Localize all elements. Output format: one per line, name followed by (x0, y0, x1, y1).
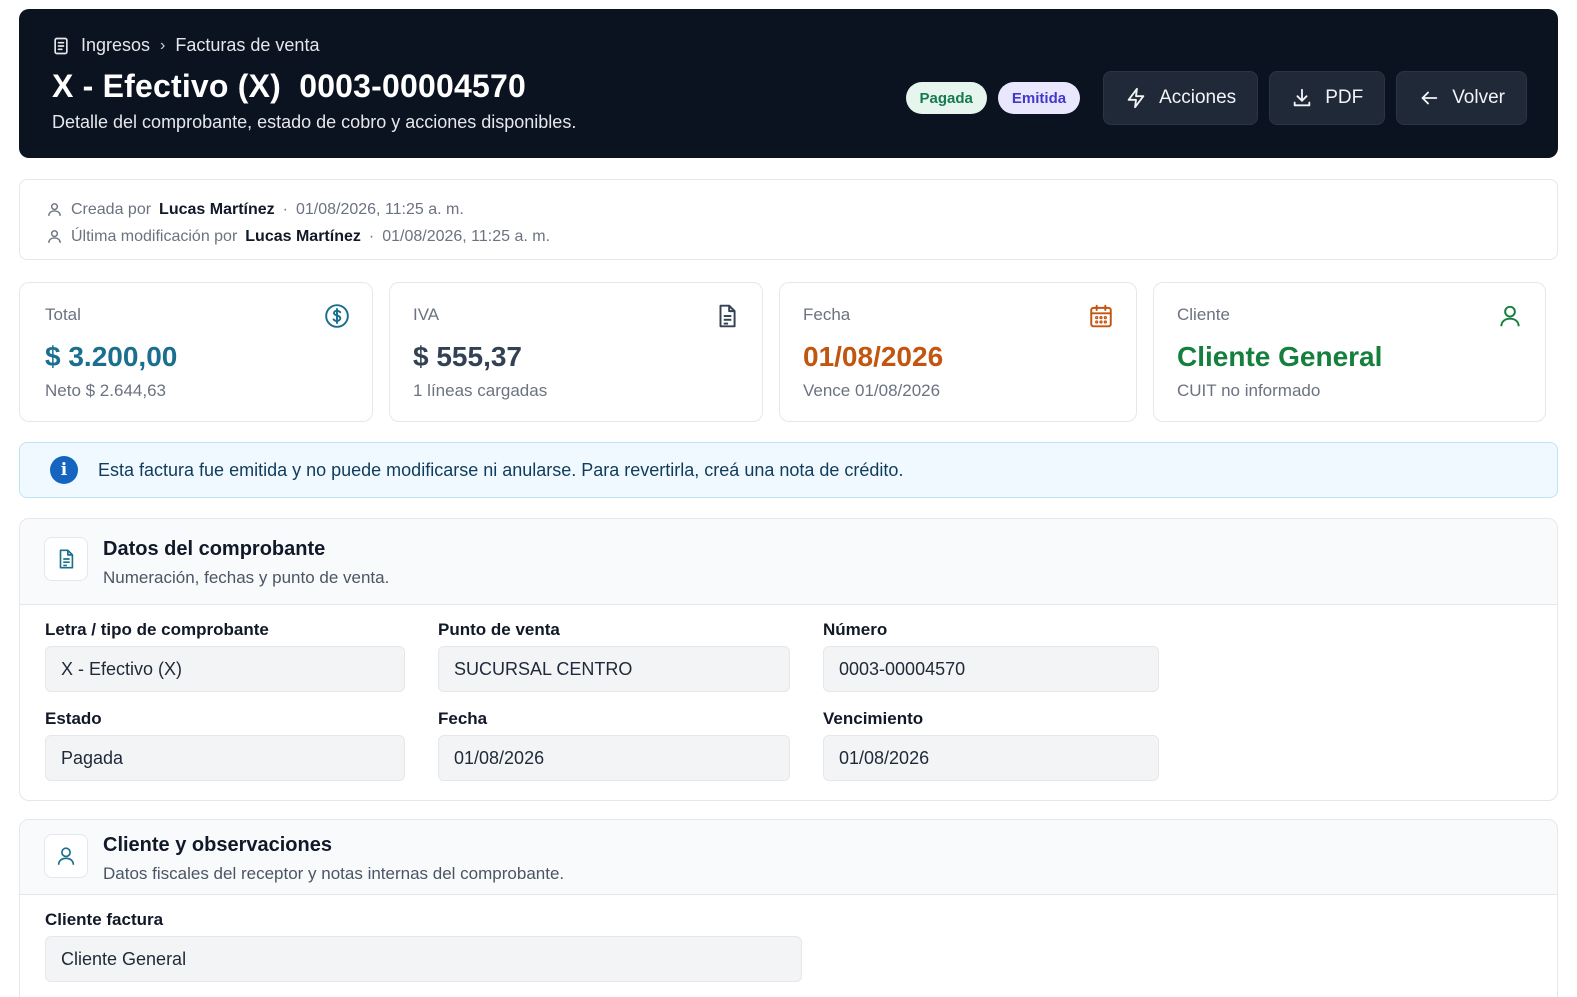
separator-dot: · (368, 227, 375, 245)
stat-sub: Neto $ 2.644,63 (45, 381, 166, 400)
document-icon (59, 549, 74, 569)
document-icon (54, 37, 68, 54)
field-punto-venta: Punto de venta SUCURSAL CENTRO (438, 620, 790, 692)
section-cliente: Cliente y observaciones Datos fiscales d… (19, 819, 1558, 997)
stat-label: IVA (413, 305, 440, 324)
stat-value: $ 3.200,00 (45, 341, 178, 372)
page-header: Ingresos › Facturas de venta X - Efectiv… (19, 9, 1558, 158)
calendar-icon (1090, 304, 1112, 328)
breadcrumb-item-facturas[interactable]: Facturas de venta (175, 35, 319, 56)
tipo-comprobante-field[interactable]: X - Efectivo (X) (45, 646, 405, 692)
status-badge-issued: Emitida (997, 82, 1081, 114)
created-by-user: Lucas Martínez (159, 200, 275, 218)
estado-field[interactable]: Pagada (45, 735, 405, 781)
dollar-circle-icon (325, 304, 349, 328)
download-icon (1293, 88, 1311, 107)
stat-value: Cliente General (1177, 341, 1383, 372)
pdf-button[interactable]: PDF (1269, 71, 1386, 125)
actions-button[interactable]: Acciones (1103, 71, 1259, 125)
section-header: Cliente y observaciones Datos fiscales d… (20, 820, 1557, 895)
arrow-left-icon (1421, 91, 1438, 105)
stat-card-total: Total $ 3.200,00 Neto $ 2.644,63 (19, 282, 373, 422)
section-title: Cliente y observaciones (103, 834, 332, 856)
comprobante-fields: Letra / tipo de comprobante X - Efectivo… (20, 605, 1557, 800)
numero-field[interactable]: 0003-00004570 (823, 646, 1159, 692)
cliente-factura-field[interactable]: Cliente General (45, 936, 802, 982)
stat-sub: 1 líneas cargadas (413, 381, 548, 400)
stat-card-cliente: Cliente Cliente General CUIT no informad… (1153, 282, 1546, 422)
created-at: 01/08/2026, 11:25 a. m. (295, 200, 464, 218)
bolt-icon (1127, 87, 1145, 109)
field-label: Punto de venta (438, 620, 560, 639)
stats-row: Total $ 3.200,00 Neto $ 2.644,63 IVA $ 5… (19, 282, 1558, 422)
section-icon (44, 537, 88, 581)
field-label: Cliente factura (45, 910, 164, 929)
actions-button-label: Acciones (1159, 87, 1237, 108)
section-title: Datos del comprobante (103, 538, 326, 560)
document-icon (719, 304, 736, 328)
cliente-fields: Cliente factura Cliente General (20, 895, 1557, 982)
modified-by-user: Lucas Martínez (245, 227, 361, 245)
page-subtitle: Detalle del comprobante, estado de cobro… (52, 112, 577, 132)
field-estado: Estado Pagada (45, 709, 405, 781)
audit-card: Creada por Lucas Martínez · 01/08/2026, … (19, 179, 1558, 260)
stat-label: Total (45, 305, 81, 324)
section-comprobante: Datos del comprobante Numeración, fechas… (19, 518, 1558, 801)
field-cliente-factura: Cliente factura Cliente General (45, 910, 802, 982)
modified-by-label: Última modificación por (71, 227, 238, 245)
user-icon (48, 230, 61, 243)
status-badge-paid: Pagada (905, 82, 987, 114)
section-header: Datos del comprobante Numeración, fechas… (20, 519, 1557, 605)
field-tipo: Letra / tipo de comprobante X - Efectivo… (45, 620, 405, 692)
stat-value: 01/08/2026 (803, 341, 944, 372)
stat-value: $ 555,37 (413, 341, 522, 372)
user-icon (48, 203, 61, 216)
stat-sub: CUIT no informado (1177, 381, 1321, 400)
field-label: Fecha (438, 709, 488, 728)
invoice-detail-page: Ingresos › Facturas de venta X - Efectiv… (0, 0, 1577, 997)
field-label: Estado (45, 709, 102, 728)
info-banner: i Esta factura fue emitida y no puede mo… (19, 442, 1558, 498)
header-actions: Pagada Emitida Acciones PDF Volver (905, 71, 1527, 125)
section-subtitle: Numeración, fechas y punto de venta. (103, 568, 390, 587)
stat-card-iva: IVA $ 555,37 1 líneas cargadas (389, 282, 763, 422)
field-label: Letra / tipo de comprobante (45, 620, 269, 639)
info-banner-text: Esta factura fue emitida y no puede modi… (98, 459, 904, 480)
section-subtitle: Datos fiscales del receptor y notas inte… (103, 864, 565, 883)
stat-label: Cliente (1177, 305, 1230, 324)
stat-label: Fecha (803, 305, 851, 324)
stat-sub: Vence 01/08/2026 (803, 381, 941, 400)
field-label: Vencimiento (823, 709, 924, 728)
modified-by-row: Última modificación por Lucas Martínez ·… (46, 223, 1531, 250)
fecha-field[interactable]: 01/08/2026 (438, 735, 790, 781)
back-button-label: Volver (1452, 87, 1505, 108)
created-by-row: Creada por Lucas Martínez · 01/08/2026, … (46, 196, 1531, 223)
chevron-right-icon: › (160, 36, 166, 54)
created-by-label: Creada por (71, 200, 152, 218)
field-label: Número (823, 620, 888, 639)
vencimiento-field[interactable]: 01/08/2026 (823, 735, 1159, 781)
back-button[interactable]: Volver (1396, 71, 1527, 125)
section-icon (44, 834, 88, 878)
pdf-button-label: PDF (1325, 87, 1364, 108)
user-icon (1500, 305, 1520, 327)
field-vencimiento: Vencimiento 01/08/2026 (823, 709, 1159, 781)
page-title: X - Efectivo (X) 0003-00004570 (52, 68, 527, 104)
info-icon: i (50, 456, 78, 484)
separator-dot: · (282, 200, 288, 218)
stat-card-fecha: Fecha 01/08/2026 Vence 01/08/2026 (779, 282, 1137, 422)
modified-at: 01/08/2026, 11:25 a. m. (382, 227, 551, 245)
field-fecha: Fecha 01/08/2026 (438, 709, 790, 781)
field-numero: Número 0003-00004570 (823, 620, 1159, 692)
breadcrumb: Ingresos › Facturas de venta (51, 35, 319, 56)
breadcrumb-item-ingresos[interactable]: Ingresos (81, 35, 150, 56)
punto-venta-field[interactable]: SUCURSAL CENTRO (438, 646, 790, 692)
user-icon (57, 847, 75, 865)
